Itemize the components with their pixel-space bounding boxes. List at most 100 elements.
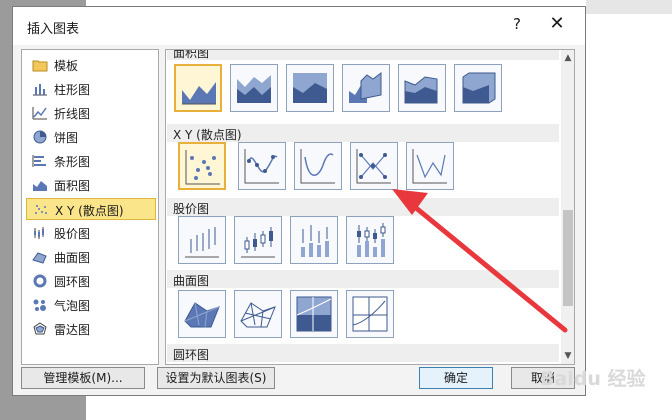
- scatter-straight-markers-icon: [356, 149, 391, 184]
- stock-vohlc-icon: [357, 223, 386, 257]
- surface-chart-icon: [32, 252, 47, 264]
- area-chart-icon: [33, 181, 47, 191]
- stacked-area-chart-thumb[interactable]: [230, 64, 278, 112]
- close-button[interactable]: ✕: [543, 13, 571, 37]
- gallery-scrollbar[interactable]: ▲ ▼: [561, 50, 574, 364]
- doughnut-chart-icon: [33, 274, 47, 288]
- ok-button[interactable]: 确定: [419, 367, 493, 389]
- contour-thumb[interactable]: [290, 290, 338, 338]
- sidebar-item-radar[interactable]: 雷达图: [26, 318, 156, 340]
- wireframe-3d-surface-thumb[interactable]: [234, 290, 282, 338]
- background-ribbon-edge: [586, 0, 672, 14]
- stock-ohlc-icon: [241, 227, 275, 258]
- scroll-down-icon[interactable]: ▼: [561, 350, 574, 362]
- chart-subtype-gallery: 面积图 X Y (散点图) 股价图 曲面图 圆环图 ▲ ▼: [165, 49, 575, 365]
- sidebar-item-bubble[interactable]: 气泡图: [26, 294, 156, 316]
- scatter-smooth-lines-thumb[interactable]: [294, 142, 342, 190]
- stock-vohlc-thumb[interactable]: [346, 216, 394, 264]
- scatter-straight-lines-icon: [412, 149, 447, 184]
- stock-vhlc-icon: [301, 225, 329, 257]
- section-label: 面积图: [173, 49, 210, 60]
- stock-ohlc-thumb[interactable]: [234, 216, 282, 264]
- area-chart-thumb[interactable]: [174, 64, 222, 112]
- set-default-chart-button[interactable]: 设置为默认图表(S): [157, 367, 275, 389]
- chart-type-list: 模板 柱形图 折线图 饼图 条形图 面积图 X Y (散点图) 股价图 曲面图 …: [21, 49, 159, 365]
- 3d-area-chart-icon: [349, 72, 382, 103]
- sidebar-item-label: X Y (散点图): [55, 204, 124, 218]
- bar-chart-icon: [32, 155, 46, 167]
- section-header-scatter: X Y (散点图): [167, 124, 559, 142]
- section-label: 圆环图: [173, 348, 210, 362]
- sidebar-item-stock[interactable]: 股价图: [26, 222, 156, 244]
- 3d-stacked-area-chart-thumb[interactable]: [398, 64, 446, 112]
- watermark: Baidu 经验: [540, 368, 646, 390]
- percent-area-chart-icon: [293, 73, 327, 103]
- section-header-area: 面积图: [167, 49, 559, 60]
- section-label: 股价图: [173, 202, 210, 216]
- 3d-percent-area-chart-thumb[interactable]: [454, 64, 502, 112]
- column-chart-icon: [33, 84, 47, 96]
- scatter-markers-icon: [185, 150, 220, 185]
- dialog-title-bar: 插入图表 ? ✕: [13, 7, 585, 45]
- 3d-percent-area-chart-icon: [462, 72, 496, 104]
- scatter-smooth-markers-thumb[interactable]: [238, 142, 286, 190]
- manage-templates-button[interactable]: 管理模板(M)...: [21, 367, 145, 389]
- sidebar-item-doughnut[interactable]: 圆环图: [26, 270, 156, 292]
- sidebar-item-column[interactable]: 柱形图: [26, 78, 156, 100]
- sidebar-item-line[interactable]: 折线图: [26, 102, 156, 124]
- sidebar-item-label: 曲面图: [54, 251, 91, 265]
- 3d-surface-thumb[interactable]: [178, 290, 226, 338]
- sidebar-item-label: 饼图: [54, 131, 79, 145]
- sidebar-item-bar[interactable]: 条形图: [26, 150, 156, 172]
- stock-chart-icon: [34, 227, 44, 239]
- scatter-markers-thumb[interactable]: [178, 142, 226, 190]
- section-header-stock: 股价图: [167, 198, 559, 216]
- scroll-up-icon[interactable]: ▲: [561, 52, 574, 64]
- wireframe-contour-thumb[interactable]: [346, 290, 394, 338]
- 3d-area-chart-thumb[interactable]: [342, 64, 390, 112]
- insert-chart-dialog: 插入图表 ? ✕ 模板 柱形图 折线图 饼图 条形图 面积图 X Y (散点图)…: [12, 6, 586, 396]
- sidebar-item-label: 条形图: [54, 155, 91, 169]
- sidebar-item-surface[interactable]: 曲面图: [26, 246, 156, 268]
- sidebar-item-label: 折线图: [54, 107, 91, 121]
- scatter-straight-markers-thumb[interactable]: [350, 142, 398, 190]
- folder-icon: [32, 60, 48, 72]
- scatter-chart-icon: [35, 205, 47, 214]
- radar-chart-icon: [33, 322, 47, 335]
- sidebar-item-label: 面积图: [54, 179, 91, 193]
- sidebar-item-label: 柱形图: [54, 83, 91, 97]
- contour-icon: [296, 296, 332, 332]
- bubble-chart-icon: [33, 299, 46, 311]
- sidebar-item-label: 模板: [54, 59, 79, 73]
- sidebar-item-label: 雷达图: [54, 323, 91, 337]
- 3d-surface-icon: [184, 302, 220, 328]
- scatter-smooth-lines-icon: [300, 149, 335, 184]
- 3d-stacked-area-chart-icon: [404, 76, 438, 104]
- section-header-surface: 曲面图: [167, 270, 559, 288]
- sidebar-item-template[interactable]: 模板: [26, 54, 156, 76]
- pie-chart-icon: [33, 130, 47, 144]
- sidebar-item-scatter[interactable]: X Y (散点图): [26, 198, 156, 220]
- scatter-smooth-markers-icon: [244, 149, 279, 184]
- help-button[interactable]: ?: [507, 15, 527, 35]
- stock-hlc-icon: [185, 227, 219, 258]
- scatter-straight-lines-thumb[interactable]: [406, 142, 454, 190]
- wireframe-3d-surface-icon: [240, 302, 276, 328]
- area-chart-icon: [182, 82, 216, 105]
- stacked-area-chart-icon: [237, 75, 271, 103]
- sidebar-item-label: 气泡图: [54, 299, 91, 313]
- sidebar-item-area[interactable]: 面积图: [26, 174, 156, 196]
- scrollbar-thumb[interactable]: [563, 210, 573, 306]
- dialog-title: 插入图表: [27, 22, 80, 37]
- wireframe-contour-icon: [352, 296, 388, 332]
- section-label: X Y (散点图): [173, 128, 242, 142]
- section-header-doughnut: 圆环图: [167, 344, 559, 362]
- line-chart-icon: [32, 107, 47, 120]
- sidebar-item-pie[interactable]: 饼图: [26, 126, 156, 148]
- sidebar-item-label: 圆环图: [54, 275, 91, 289]
- percent-area-chart-thumb[interactable]: [286, 64, 334, 112]
- stock-vhlc-thumb[interactable]: [290, 216, 338, 264]
- section-label: 曲面图: [173, 274, 210, 288]
- sidebar-item-label: 股价图: [54, 227, 91, 241]
- stock-hlc-thumb[interactable]: [178, 216, 226, 264]
